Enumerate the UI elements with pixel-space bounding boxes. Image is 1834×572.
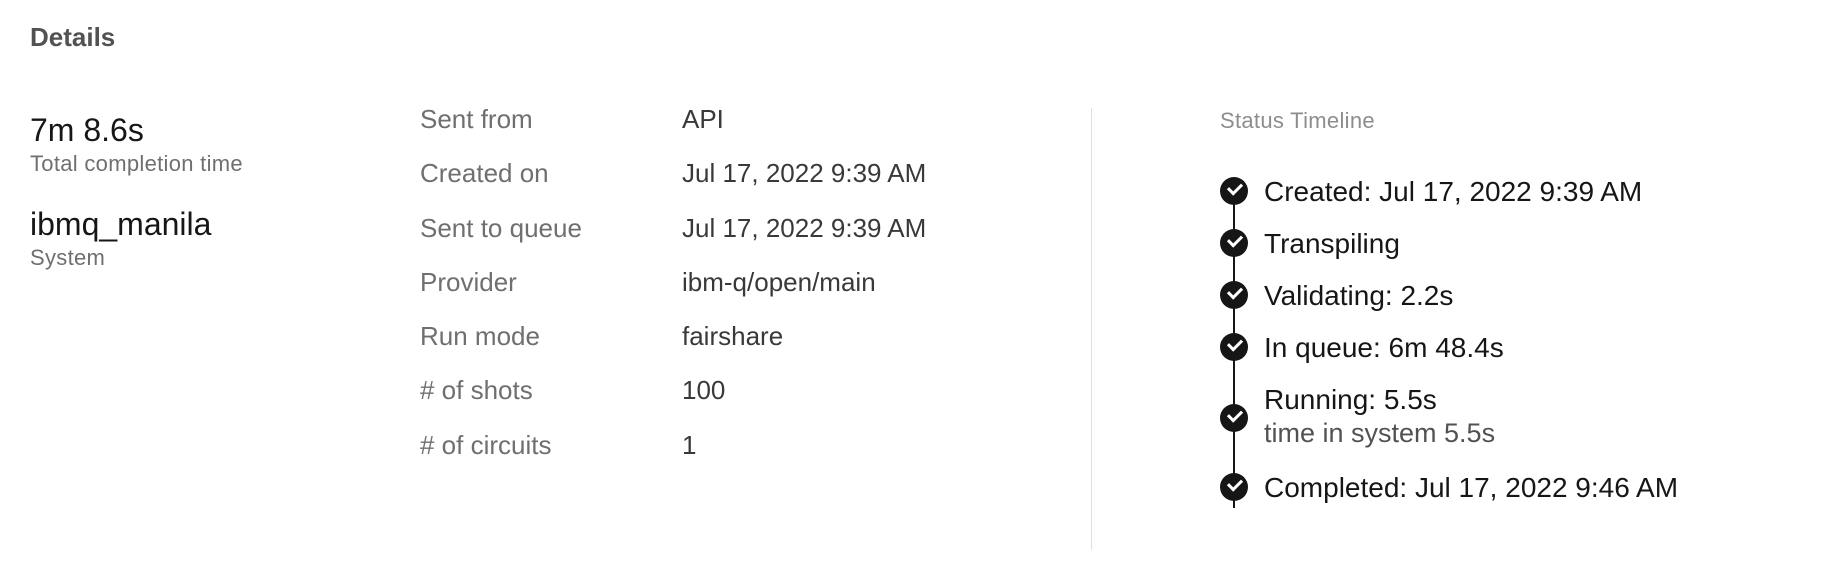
timeline-steps: Created: Jul 17, 2022 9:39 AM Transpilin… <box>1220 176 1678 524</box>
metric-label: System <box>30 245 106 270</box>
property-key: Run mode <box>420 321 540 352</box>
timeline-step-running: Running: 5.5s time in system 5.5s <box>1220 384 1678 472</box>
section-heading: Details <box>30 22 116 52</box>
status-timeline: Status Timeline Created: Jul 17, 2022 9:… <box>1220 108 1678 524</box>
property-value: API <box>682 104 724 134</box>
property-value: 100 <box>682 375 726 406</box>
metric-label: Total completion time <box>30 151 243 176</box>
property-key: Provider <box>420 266 517 297</box>
timeline-step-transpiling: Transpiling <box>1220 228 1678 280</box>
property-row-created-on: Created on Jul 17, 2022 9:39 AM <box>420 158 926 212</box>
vertical-divider <box>1091 108 1092 550</box>
checkmark-filled-icon <box>1220 404 1248 432</box>
property-row-sent-from: Sent from API <box>420 104 926 158</box>
timeline-step-validating: Validating: 2.2s <box>1220 280 1678 332</box>
metric-system: ibmq_manila System <box>30 204 243 272</box>
step-label: Running: 5.5s <box>1264 384 1437 415</box>
step-sublabel: time in system 5.5s <box>1264 418 1496 448</box>
property-key: Sent from <box>420 104 533 134</box>
property-row-circuits: # of circuits 1 <box>420 430 926 484</box>
property-key: Sent to queue <box>420 212 582 243</box>
property-row-shots: # of shots 100 <box>420 375 926 429</box>
property-key: # of circuits <box>420 429 552 460</box>
metric-completion-time: 7m 8.6s Total completion time <box>30 110 243 178</box>
property-value: Jul 17, 2022 9:39 AM <box>682 158 927 189</box>
property-key: Created on <box>420 158 549 189</box>
summary-metrics: 7m 8.6s Total completion time ibmq_manil… <box>30 110 243 298</box>
metric-value: ibmq_manila <box>30 206 212 242</box>
metric-value: 7m 8.6s <box>30 112 144 148</box>
property-row-sent-to-queue: Sent to queue Jul 17, 2022 9:39 AM <box>420 213 926 267</box>
checkmark-filled-icon <box>1220 281 1248 309</box>
step-label: Validating: 2.2s <box>1264 280 1454 311</box>
timeline-step-completed: Completed: Jul 17, 2022 9:46 AM <box>1220 472 1678 524</box>
timeline-step-in-queue: In queue: 6m 48.4s <box>1220 332 1678 384</box>
step-label: Transpiling <box>1264 228 1400 259</box>
checkmark-filled-icon <box>1220 229 1248 257</box>
property-value: ibm-q/open/main <box>682 266 876 297</box>
checkmark-filled-icon <box>1220 177 1248 205</box>
timeline-step-created: Created: Jul 17, 2022 9:39 AM <box>1220 176 1678 228</box>
property-value: fairshare <box>682 321 784 352</box>
property-row-run-mode: Run mode fairshare <box>420 321 926 375</box>
timeline-title: Status Timeline <box>1220 108 1375 133</box>
step-label-group: Running: 5.5s time in system 5.5s <box>1264 384 1495 450</box>
property-row-provider: Provider ibm-q/open/main <box>420 267 926 321</box>
property-key: # of shots <box>420 375 533 406</box>
property-value: Jul 17, 2022 9:39 AM <box>682 212 927 243</box>
checkmark-filled-icon <box>1220 333 1248 361</box>
step-label: Created: Jul 17, 2022 9:39 AM <box>1264 176 1643 207</box>
step-label: In queue: 6m 48.4s <box>1264 332 1504 363</box>
property-value: 1 <box>682 429 697 460</box>
checkmark-filled-icon <box>1220 473 1248 501</box>
properties-list: Sent from API Created on Jul 17, 2022 9:… <box>420 104 926 484</box>
step-label: Completed: Jul 17, 2022 9:46 AM <box>1264 472 1679 503</box>
